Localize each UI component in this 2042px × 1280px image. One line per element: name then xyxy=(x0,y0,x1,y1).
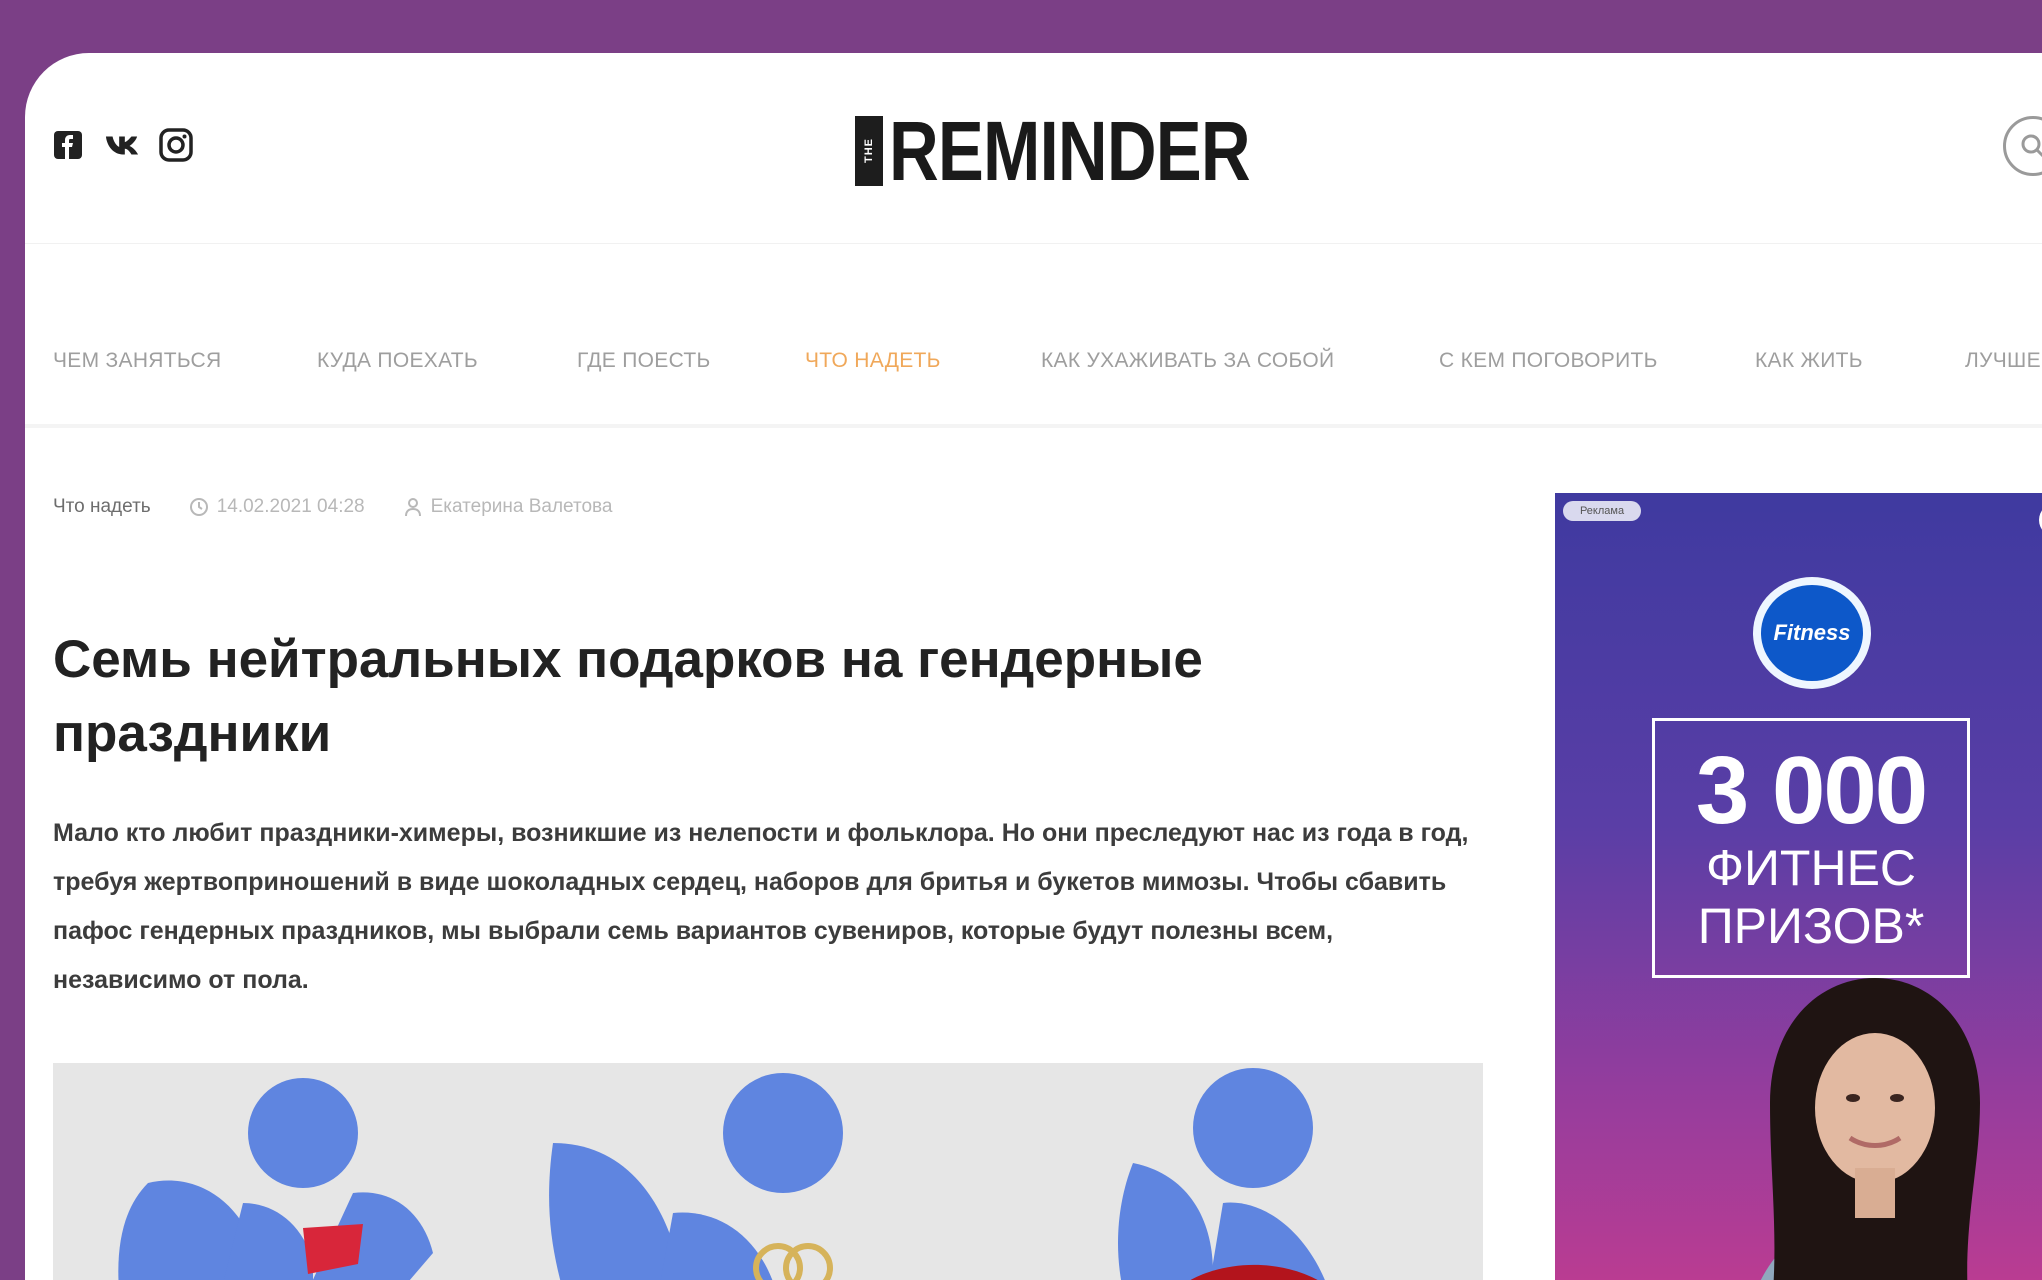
main-nav: ЧЕМ ЗАНЯТЬСЯ КУДА ПОЕХАТЬ ГДЕ ПОЕСТЬ ЧТО… xyxy=(25,243,2042,428)
article-lead: Мало кто любит праздники-химеры, возникш… xyxy=(53,819,1469,994)
ad-model-photo xyxy=(1760,978,1980,1280)
article-meta: Что надеть 14.02.2021 04:28 Екатерина Ва… xyxy=(53,496,613,518)
search-icon xyxy=(2021,134,2042,158)
nav-item-kuda-poekhat[interactable]: КУДА ПОЕХАТЬ xyxy=(317,349,478,373)
ad-promo-line3: ПРИЗОВ* xyxy=(1697,898,1925,954)
article-author-name[interactable]: Екатерина Валетова xyxy=(431,496,613,518)
nav-item-kak-zhit[interactable]: КАК ЖИТЬ xyxy=(1755,349,1863,373)
nav-item-kak-ukhazhivat[interactable]: КАК УХАЖИВАТЬ ЗА СОБОЙ xyxy=(1041,349,1334,373)
nav-item-chem-zanyatsya[interactable]: ЧЕМ ЗАНЯТЬСЯ xyxy=(53,349,221,373)
article-author: Екатерина Валетова xyxy=(403,496,613,518)
article-date: 14.02.2021 04:28 xyxy=(189,496,365,518)
ad-brand-logo: Fitness xyxy=(1753,577,1871,689)
article-hero-image xyxy=(53,1063,1483,1280)
ad-brand-text: Fitness xyxy=(1761,585,1863,681)
ad-promo-box: 3 000 ФИТНЕС ПРИЗОВ* xyxy=(1652,718,1970,978)
nav-item-s-kem-pogovorit[interactable]: С КЕМ ПОГОВОРИТЬ xyxy=(1439,349,1658,373)
nav-item-luchshe[interactable]: ЛУЧШЕ xyxy=(1965,349,2041,373)
article-date-text: 14.02.2021 04:28 xyxy=(216,496,365,517)
logo-prefix: THE xyxy=(855,116,883,186)
search-button[interactable] xyxy=(2003,116,2042,176)
logo-wordmark: REMINDER xyxy=(889,104,1251,198)
ad-promo-line2: ФИТНЕС xyxy=(1705,840,1917,896)
article-title: Семь нейтральных подарков на гендерные п… xyxy=(53,630,1203,763)
social-links xyxy=(51,128,193,162)
site-header: THE REMINDER xyxy=(25,53,2042,238)
cupid-figures-image xyxy=(118,1068,1325,1280)
instagram-icon[interactable] xyxy=(159,128,193,162)
site-logo[interactable]: THE REMINDER xyxy=(855,109,1329,193)
browser-window: THE REMINDER ЧЕМ ЗАНЯТЬСЯ КУДА ПОЕХАТЬ Г… xyxy=(25,53,2042,1280)
nav-item-gde-poest[interactable]: ГДЕ ПОЕСТЬ xyxy=(577,349,711,373)
author-icon xyxy=(404,498,421,517)
ad-label: Реклама xyxy=(1563,501,1641,521)
nav-item-chto-nadet[interactable]: ЧТО НАДЕТЬ xyxy=(805,349,941,373)
sidebar-ad-banner[interactable]: Реклама i Fitness 3 000 ФИТНЕС ПРИЗОВ* xyxy=(1555,493,2042,1280)
ad-promo-number: 3 000 xyxy=(1695,737,1928,844)
facebook-icon[interactable] xyxy=(51,128,85,162)
clock-icon xyxy=(189,498,208,516)
article-category[interactable]: Что надеть xyxy=(53,496,151,518)
vk-icon[interactable] xyxy=(105,128,139,162)
